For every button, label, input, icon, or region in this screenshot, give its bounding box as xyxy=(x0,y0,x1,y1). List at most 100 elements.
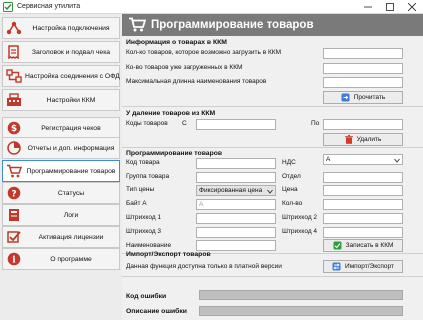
trash-icon xyxy=(344,135,353,144)
program-section-title: Программирование товаров xyxy=(126,150,223,157)
svg-text:?: ? xyxy=(11,189,16,199)
barcode3-label: Штрихкод 3 xyxy=(126,228,162,235)
sidebar-item-receipt-registration[interactable]: $ Регистрация чеков xyxy=(2,117,120,139)
barcode4-label: Штрихкод 4 xyxy=(282,228,318,235)
log-book-icon xyxy=(3,205,25,225)
barcode4-field[interactable] xyxy=(323,227,403,238)
sidebar-item-logs[interactable]: Логи xyxy=(2,204,120,226)
section-divider xyxy=(122,106,423,107)
department-field[interactable] xyxy=(323,172,403,183)
product-name-label: Наименование xyxy=(126,242,172,249)
department-label: Отдел xyxy=(282,173,301,180)
sidebar-item-label: Отчеты и доп. информация xyxy=(27,144,115,152)
error-description-label: Описание ошибки xyxy=(126,308,187,315)
error-description-output xyxy=(199,306,403,316)
can-load-field[interactable] xyxy=(323,48,403,59)
byte-a-label: Байт А xyxy=(126,200,147,207)
register-icon xyxy=(3,90,25,110)
import-export-note: Данная функция доступна только в платной… xyxy=(126,263,282,270)
from-label: С xyxy=(182,120,187,127)
sidebar-item-statuses[interactable]: ? Статусы xyxy=(2,182,120,204)
codes-label: Коды товаров xyxy=(126,120,168,127)
close-button[interactable] xyxy=(401,0,423,14)
sidebar-item-label: О программе xyxy=(50,255,92,263)
code-to-field[interactable] xyxy=(323,119,403,130)
write-to-kkm-button[interactable]: Записать в ККМ xyxy=(323,239,403,252)
vat-value: А xyxy=(326,156,331,163)
sidebar-item-receipt-header[interactable]: Заголовок и подвал чека xyxy=(2,41,120,63)
read-button-label: Прочитать xyxy=(353,94,386,101)
barcode2-field[interactable] xyxy=(323,213,403,224)
sidebar-item-reports[interactable]: Отчеты и доп. информация xyxy=(2,137,120,159)
sidebar-item-label: Настройка соединения с ОФД xyxy=(25,72,120,80)
product-code-label: Код товара xyxy=(126,159,160,166)
product-group-label: Группа товара xyxy=(126,173,170,180)
cart-icon xyxy=(3,161,25,181)
pie-chart-icon xyxy=(3,138,25,158)
chevron-down-icon xyxy=(394,157,400,166)
sidebar-item-label: Заголовок и подвал чека xyxy=(31,48,111,56)
product-code-field[interactable] xyxy=(196,158,276,169)
sidebar-item-label: Регистрация чеков xyxy=(41,124,101,132)
sidebar-item-label: Настройка подключения xyxy=(32,24,110,32)
maximize-button[interactable] xyxy=(379,0,401,14)
sidebar-item-about[interactable]: i О программе xyxy=(2,248,120,270)
read-button[interactable]: Прочитать xyxy=(323,91,403,104)
window-title: Сервисная утилита xyxy=(17,3,81,10)
sidebar-item-kkm-settings[interactable]: Настройки ККМ xyxy=(2,89,120,111)
sidebar-item-license[interactable]: Активация лицензии xyxy=(2,226,120,248)
chevron-down-icon xyxy=(267,188,273,197)
write-button-label: Записать в ККМ xyxy=(345,242,394,249)
sidebar-item-product-programming[interactable]: Программирование товаров xyxy=(2,160,120,182)
product-group-field[interactable] xyxy=(196,172,276,183)
svg-text:i: i xyxy=(12,256,16,266)
app-window: Сервисная утилита Настройка подключения xyxy=(0,0,423,320)
sidebar-item-label: Логи xyxy=(63,211,79,219)
import-export-section-title: Импорт/Экспорт товаров xyxy=(126,251,211,258)
network-icon xyxy=(3,18,25,38)
loaded-label: Ко-во товаров уже загруженных в ККМ xyxy=(126,64,243,71)
section-divider xyxy=(122,276,423,277)
write-icon xyxy=(333,241,342,250)
delete-button-label: Удалить xyxy=(356,136,382,143)
error-code-label: Код ошибки xyxy=(126,293,167,300)
barcode3-field[interactable] xyxy=(196,227,276,238)
vat-select[interactable]: А xyxy=(323,154,403,165)
price-type-label: Тип цены xyxy=(126,186,155,193)
to-label: По xyxy=(311,120,320,127)
loaded-field[interactable] xyxy=(323,63,403,74)
product-name-field[interactable] xyxy=(196,240,276,251)
import-export-button[interactable]: Импорт/Экспорт xyxy=(323,260,403,273)
import-export-icon xyxy=(332,262,341,271)
sidebar-item-label: Статусы xyxy=(57,189,85,197)
byte-a-field[interactable]: А xyxy=(196,199,276,210)
error-code-output xyxy=(199,290,403,300)
vat-label: НДС xyxy=(282,159,296,166)
question-icon: ? xyxy=(3,183,25,203)
connection-icon xyxy=(3,66,25,86)
title-bar: Сервисная утилита xyxy=(0,0,423,14)
price-type-select[interactable]: Фиксированная цена xyxy=(196,185,276,196)
barcode2-label: Штрихкод 2 xyxy=(282,214,318,221)
sidebar-item-label: Настройки ККМ xyxy=(46,96,96,104)
max-name-label: Максимальная длинна наименования товаров xyxy=(126,78,267,85)
delete-button[interactable]: Удалить xyxy=(323,133,403,146)
can-load-label: Кол-ко товаров, которое возможно загрузи… xyxy=(126,49,281,56)
sidebar-item-connection[interactable]: Настройка подключения xyxy=(2,17,120,39)
page-title: Программирование товаров xyxy=(151,19,314,31)
barcode1-label: Штрихкод 1 xyxy=(126,214,162,221)
max-name-field[interactable] xyxy=(323,77,403,88)
quantity-field[interactable] xyxy=(323,199,403,210)
dollar-icon: $ xyxy=(3,118,25,138)
barcode1-field[interactable] xyxy=(196,213,276,224)
price-type-value: Фиксированная цена xyxy=(199,187,263,194)
price-label: Цена xyxy=(282,186,298,193)
code-from-field[interactable] xyxy=(196,119,276,130)
sidebar-item-ofd-connection[interactable]: Настройка соединения с ОФД xyxy=(2,65,120,87)
info-icon: i xyxy=(3,249,25,269)
kkm-info-section-title: Информация о товарах в ККМ xyxy=(126,39,227,46)
minimize-button[interactable] xyxy=(357,0,379,14)
quantity-label: Кол-во xyxy=(282,200,303,207)
read-icon xyxy=(341,93,350,102)
price-field[interactable] xyxy=(323,185,403,196)
